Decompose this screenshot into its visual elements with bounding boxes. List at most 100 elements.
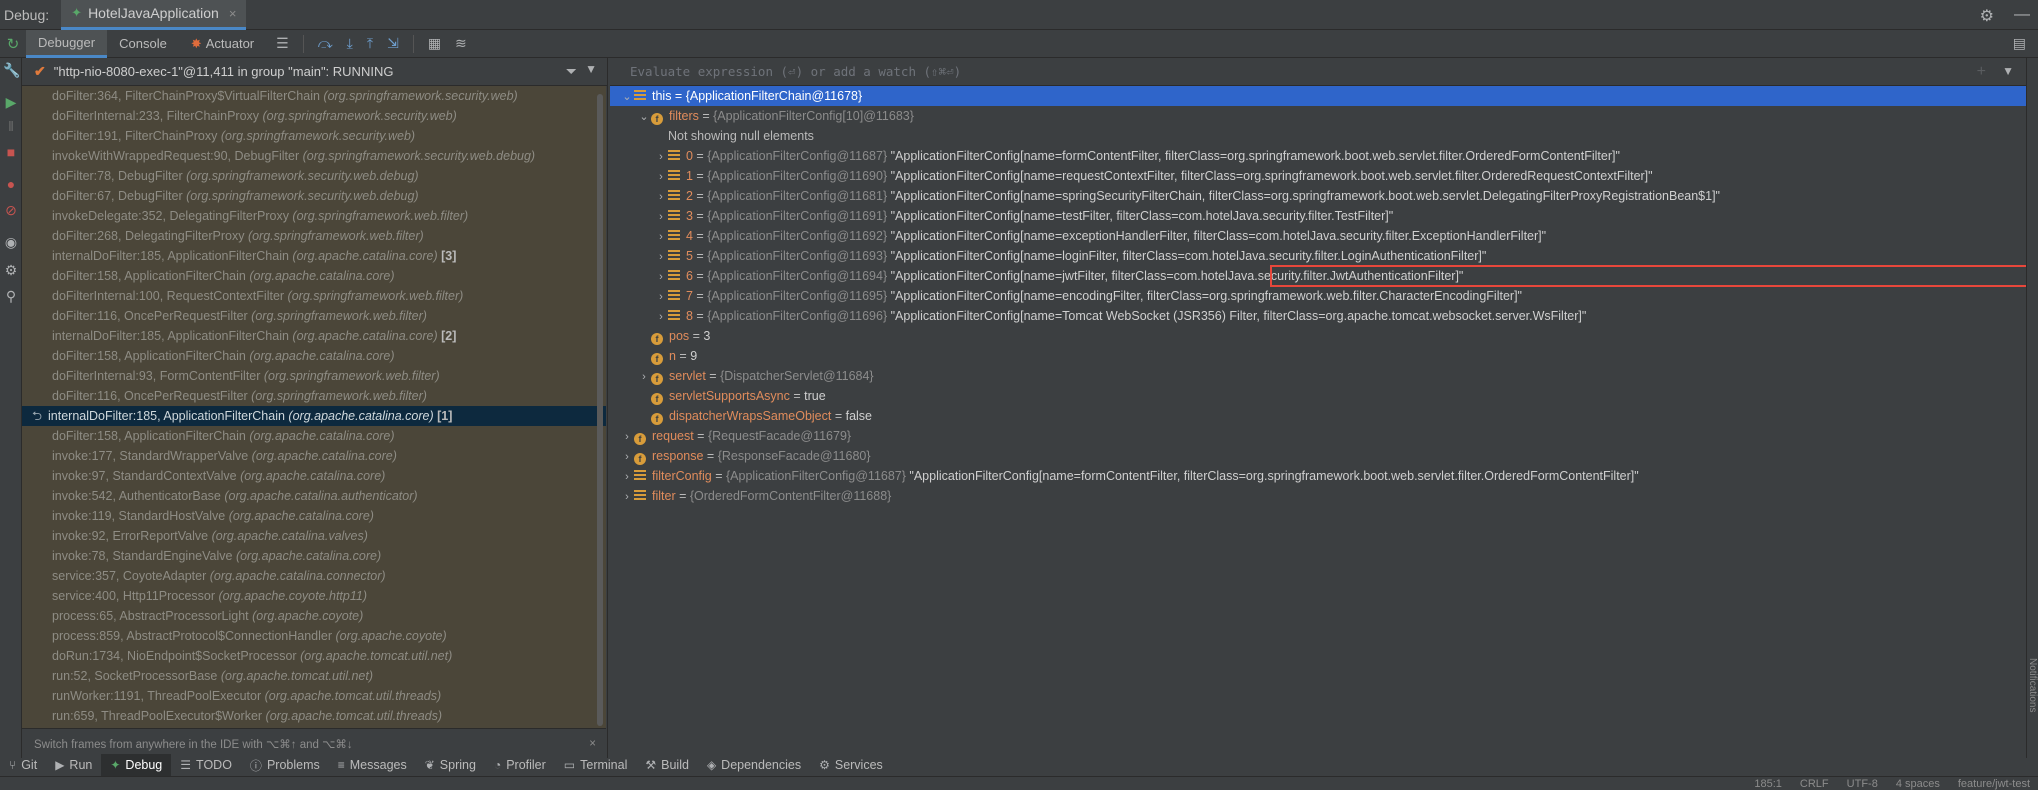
variable-row[interactable]: › 0 = {ApplicationFilterConfig@11687} "Ap… [610,146,2026,166]
frame-row[interactable]: runWorker:1191, ThreadPoolExecutor (org.… [22,686,606,706]
line-separator[interactable]: CRLF [1800,778,1829,790]
frame-row[interactable]: doRun:1734, NioEndpoint$SocketProcessor … [22,646,606,666]
frame-row[interactable]: doFilter:191, FilterChainProxy (org.spri… [22,126,606,146]
chevron-right-icon[interactable]: › [654,167,668,187]
step-into-icon[interactable]: ⤓ [347,35,353,53]
file-encoding[interactable]: UTF-8 [1847,778,1878,790]
breakpoints-icon[interactable]: ● [3,176,19,192]
variable-row[interactable]: › 3 = {ApplicationFilterConfig@11691} "Ap… [610,206,2026,226]
frame-row[interactable]: ⮌ internalDoFilter:185, ApplicationFilter… [22,406,606,426]
chevron-down-icon[interactable]: ▼ [585,62,597,76]
variable-row[interactable]: › 4 = {ApplicationFilterConfig@11692} "Ap… [610,226,2026,246]
frame-row[interactable]: doFilter:158, ApplicationFilterChain (or… [22,266,606,286]
frame-row[interactable]: invoke:97, StandardContextValve (org.apa… [22,466,606,486]
frame-row[interactable]: doFilter:116, OncePerRequestFilter (org.… [22,306,606,326]
trace-icon[interactable]: ≋ [455,35,467,53]
tool-tab-terminal[interactable]: ▭ Terminal [555,754,637,776]
chevron-right-icon[interactable]: › [637,367,651,387]
frame-row[interactable]: process:859, AbstractProtocol$Connection… [22,626,606,646]
debug-session-tab[interactable]: ✦ HotelJavaApplication × [61,0,247,30]
close-icon[interactable]: × [229,6,237,21]
indent-setting[interactable]: 4 spaces [1896,778,1940,790]
variable-row[interactable]: f dispatcherWrapsSameObject = false [610,406,2026,426]
add-watch-icon[interactable]: + [1977,63,1986,81]
layout-icon[interactable]: ▤ [2013,35,2026,52]
frames-scrollbar[interactable] [597,94,603,726]
variable-row[interactable]: Not showing null elements [610,126,2026,146]
tool-tab-profiler[interactable]: ◔ Profiler [485,754,555,776]
chevron-down-icon[interactable]: ⌄ [620,87,634,107]
frame-row[interactable]: process:65, AbstractProcessorLight (org.… [22,606,606,626]
run-to-cursor-icon[interactable]: ⇲ [387,35,399,53]
variable-row[interactable]: › filter = {OrderedFormContentFilter@1168… [610,486,2026,506]
tab-console[interactable]: Console [107,30,179,58]
frame-row[interactable]: internalDoFilter:185, ApplicationFilterC… [22,326,606,346]
chevron-right-icon[interactable]: › [620,467,634,487]
pause-icon[interactable]: ‖ [3,118,19,134]
frame-row[interactable]: doFilterInternal:233, FilterChainProxy (… [22,106,606,126]
frame-row[interactable]: invoke:542, AuthenticatorBase (org.apach… [22,486,606,506]
chevron-right-icon[interactable]: › [654,147,668,167]
frame-row[interactable]: run:52, SocketProcessorBase (org.apache.… [22,666,606,686]
minimize-icon[interactable]: — [2014,6,2030,26]
tool-tab-build[interactable]: ⚒ Build [636,754,698,776]
variable-row[interactable]: › 2 = {ApplicationFilterConfig@11681} "Ap… [610,186,2026,206]
menu-icon[interactable]: ☰ [276,35,289,53]
variable-row[interactable]: › 5 = {ApplicationFilterConfig@11693} "Ap… [610,246,2026,266]
chevron-right-icon[interactable]: › [654,247,668,267]
git-branch[interactable]: feature/jwt-test [1958,778,2030,790]
stop-icon[interactable]: ■ [3,144,19,160]
frame-row[interactable]: doFilter:67, DebugFilter (org.springfram… [22,186,606,206]
chevron-right-icon[interactable]: › [620,427,634,447]
frame-row[interactable]: invoke:92, ErrorReportValve (org.apache.… [22,526,606,546]
frame-row[interactable]: run:659, ThreadPoolExecutor$Worker (org.… [22,706,606,726]
camera-icon[interactable]: ◉ [3,234,19,251]
frame-row[interactable]: doFilterInternal:100, RequestContextFilt… [22,286,606,306]
frame-row[interactable]: invoke:177, StandardWrapperValve (org.ap… [22,446,606,466]
frame-row[interactable]: doFilter:78, DebugFilter (org.springfram… [22,166,606,186]
rerun-icon[interactable]: ↻ [0,35,26,53]
evaluate-icon[interactable]: ▦ [428,35,441,53]
variable-row[interactable]: f pos = 3 [610,326,2026,346]
tab-debugger[interactable]: Debugger [26,29,108,58]
step-over-icon[interactable]: ⤼ [318,35,333,53]
tool-tab-debug[interactable]: ✦ Debug [101,754,172,776]
frame-row[interactable]: invokeDelegate:352, DelegatingFilterProx… [22,206,606,226]
settings-icon[interactable]: ⚙ [3,262,19,279]
frame-row[interactable]: doFilter:158, ApplicationFilterChain (or… [22,346,606,366]
variable-row[interactable]: f servletSupportsAsync = true [610,386,2026,406]
tool-tab-run[interactable]: ▶ Run [46,754,101,776]
tool-tab-dependencies[interactable]: ◈ Dependencies [698,754,810,776]
tool-tab-services[interactable]: ⚙ Services [810,754,892,776]
chevron-right-icon[interactable]: › [654,287,668,307]
tool-tab-todo[interactable]: ☰ TODO [171,754,241,776]
frame-row[interactable]: invoke:78, StandardEngineValve (org.apac… [22,546,606,566]
evaluate-expression-input[interactable]: Evaluate expression (⏎) or add a watch (… [610,58,2026,86]
frame-row[interactable]: doFilter:116, OncePerRequestFilter (org.… [22,386,606,406]
frame-row[interactable]: doFilter:268, DelegatingFilterProxy (org… [22,226,606,246]
tool-tab-problems[interactable]: ⓘ Problems [241,754,329,776]
step-out-icon[interactable]: ⤒ [367,35,373,53]
chevron-down-icon[interactable]: ⌄ [637,107,651,127]
variable-row[interactable]: fn = 9 [610,346,2026,366]
frame-row[interactable]: doFilter:364, FilterChainProxy$VirtualFi… [22,86,606,106]
variable-row[interactable]: › f servlet = {DispatcherServlet@11684} [610,366,2026,386]
tab-actuator[interactable]: ✸ Actuator [179,30,266,58]
resume-icon[interactable]: ▶ [3,94,19,111]
chevron-right-icon[interactable]: › [654,207,668,227]
variable-row[interactable]: › f request = {RequestFacade@11679} [610,426,2026,446]
variable-row[interactable]: ⌄ f filters = {ApplicationFilterConfig[10]… [610,106,2026,126]
variable-row[interactable]: › 8 = {ApplicationFilterConfig@11696} "Ap… [610,306,2026,326]
wrench-icon[interactable]: 🔧 [3,62,20,79]
tool-tab-git[interactable]: ⑂ Git [0,754,46,776]
filter-icon[interactable]: ⏷ [566,63,577,80]
caret-position[interactable]: 185:1 [1754,778,1782,790]
mute-breakpoints-icon[interactable]: ⊘ [3,202,19,219]
chevron-right-icon[interactable]: › [654,227,668,247]
chevron-right-icon[interactable]: › [654,307,668,327]
frame-row[interactable]: service:400, Http11Processor (org.apache… [22,586,606,606]
frame-row[interactable]: invoke:119, StandardHostValve (org.apach… [22,506,606,526]
chevron-right-icon[interactable]: › [654,267,668,287]
frame-row[interactable]: doFilterInternal:93, FormContentFilter (… [22,366,606,386]
frame-row[interactable]: internalDoFilter:185, ApplicationFilterC… [22,246,606,266]
